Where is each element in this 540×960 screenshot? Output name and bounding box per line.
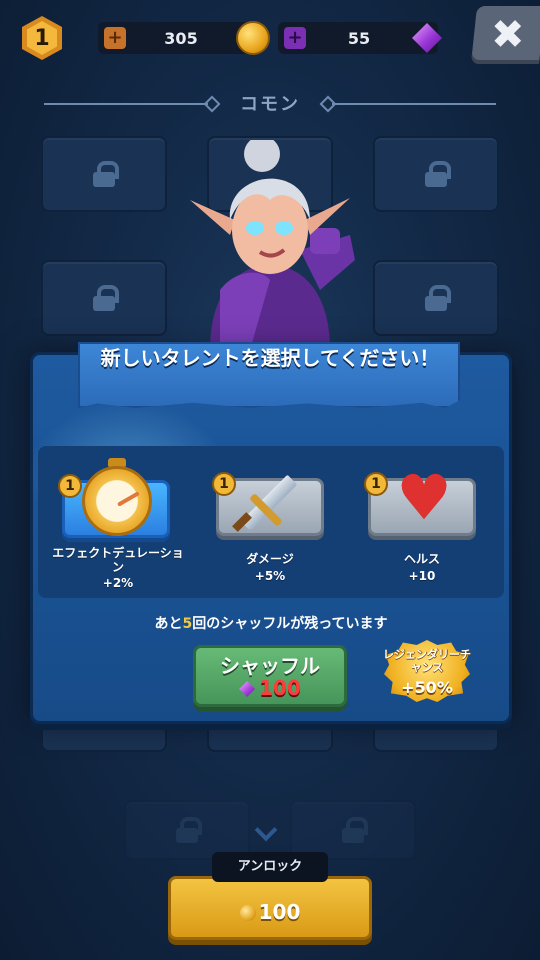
dialog-title: 新しいタレントを選択してください！ [100, 346, 440, 370]
shuffle-remaining-note: あと5回のシャッフルが残っています [30, 613, 512, 633]
gold-coin-icon [239, 905, 256, 921]
locked-slot[interactable] [373, 136, 499, 212]
gold-counter[interactable]: + 305 [98, 21, 270, 55]
talent-rank-badge: 1 [364, 472, 388, 496]
talent-bonus: +2% [102, 576, 134, 590]
lock-icon [93, 161, 119, 187]
divider-left [44, 103, 208, 105]
chevron-down-icon [254, 818, 278, 842]
shuffle-note-prefix: あと [154, 616, 183, 632]
legendary-chance-bonus: +50% [401, 678, 453, 697]
locked-slot[interactable] [373, 260, 499, 336]
unlock-cost: 100 [239, 900, 301, 924]
talent-bonus: +10 [408, 569, 436, 583]
lock-icon [425, 161, 451, 187]
add-gold-icon[interactable]: + [104, 27, 126, 49]
gold-coin-icon [236, 21, 270, 55]
talent-name: ヘルス [403, 552, 440, 566]
unlock-label: アンロック [212, 852, 328, 882]
shuffle-cost: 100 [193, 676, 347, 700]
locked-slot[interactable] [41, 260, 167, 336]
gem-amount: 55 [347, 28, 371, 48]
lock-icon [93, 285, 119, 311]
unlock-button[interactable]: 100 [168, 876, 372, 940]
talent-name: エフェクトデュレーション [52, 546, 184, 574]
stopwatch-icon [82, 466, 152, 536]
shuffle-button-label: シャッフル [220, 654, 320, 678]
locked-slot[interactable] [41, 136, 167, 212]
player-level-badge: 1 [22, 16, 62, 60]
gem-icon [412, 23, 442, 53]
talent-name: ダメージ [246, 552, 294, 566]
player-level: 1 [34, 25, 50, 51]
locked-slot[interactable] [124, 800, 250, 860]
talent-rank-badge: 1 [58, 474, 82, 498]
talent-bonus: +5% [254, 569, 286, 583]
shuffle-cost-value: 100 [259, 676, 301, 700]
close-button[interactable]: ✖ [470, 6, 540, 64]
gem-icon [239, 681, 256, 697]
locked-slot[interactable] [290, 800, 416, 860]
add-gems-icon[interactable]: + [284, 27, 306, 49]
divider-right [332, 103, 496, 105]
lock-icon [342, 817, 368, 843]
lock-icon [176, 817, 202, 843]
heart-icon: ♥ [396, 461, 452, 534]
shuffle-note-suffix: 回のシャッフルが残っています [192, 616, 388, 632]
shuffle-remaining-count: 5 [182, 616, 193, 632]
gold-amount: 305 [164, 28, 198, 48]
lock-icon [425, 285, 451, 311]
talent-rank-badge: 1 [212, 472, 236, 496]
legendary-chance-label: レジェンダリーチャンス [383, 648, 471, 674]
gem-counter[interactable]: + 55 [278, 22, 442, 54]
unlock-cost-value: 100 [258, 900, 301, 924]
close-icon: ✖ [491, 12, 525, 58]
hero-character-portrait [190, 140, 355, 350]
